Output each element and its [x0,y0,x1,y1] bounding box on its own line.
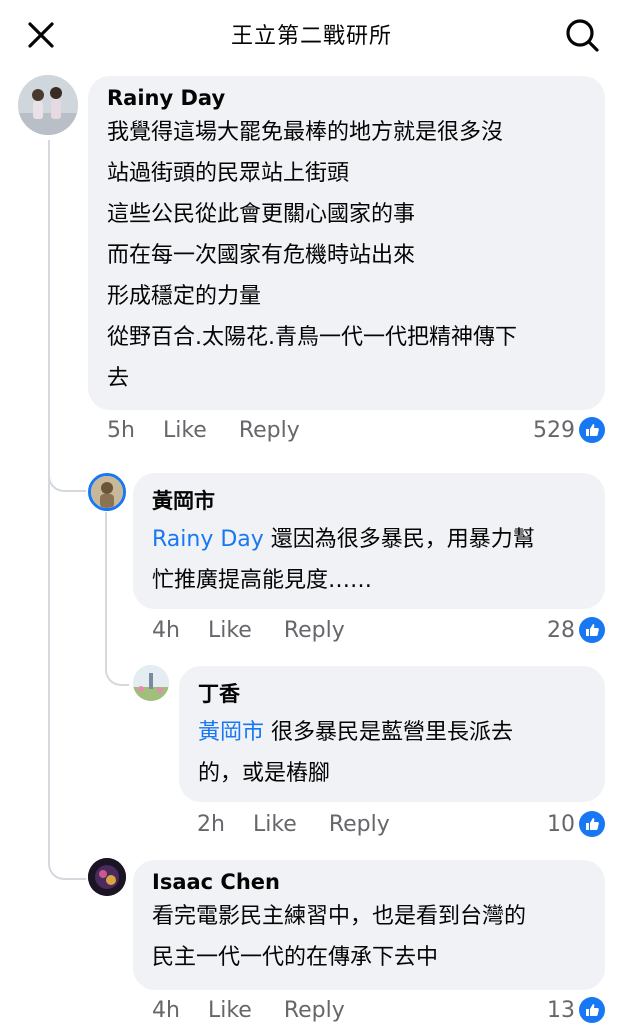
comment-actions: 5h Like Reply [107,418,332,443]
comment-author[interactable]: Rainy Day [107,86,587,110]
thumbs-up-icon [579,997,605,1023]
comment-bubble: Rainy Day 我覺得這場大罷免最棒的地方就是很多沒 站過街頭的民眾站上街頭… [88,76,605,410]
comment-text-line: 忙推廣提高能見度…… [152,568,373,593]
comment-actions: 4h Like Reply [152,618,377,643]
reply-button[interactable]: Reply [284,618,345,643]
top-bar: 王立第二戰研所 [0,0,623,68]
page-title: 王立第二戰研所 [230,24,392,49]
comment-text-line: 民主一代一代的在傳承下去中 [152,945,439,970]
comment-text-line: 而在每一次國家有危機時站出來 [107,243,416,268]
reaction-count[interactable]: 10 [547,811,605,837]
comment-actions: 4h Like Reply [152,998,377,1023]
comment-author[interactable]: Isaac Chen [152,870,587,894]
avatar[interactable] [88,473,126,511]
comment-text-line: 的，或是樁腳 [198,761,331,786]
comment-text-line: 站過街頭的民眾站上街頭 [107,161,350,186]
thread-line [105,512,107,652]
comment-text-line: 從野百合.太陽花.青鳥一代一代把精神傳下 [107,325,517,350]
mention-link[interactable]: Rainy Day [152,527,264,552]
thread-connector [105,640,129,686]
comment-text-line: 看完電影民主練習中，也是看到台灣的 [152,904,527,929]
reaction-count[interactable]: 529 [533,417,605,443]
reaction-count-number: 10 [547,811,575,837]
reaction-count-number: 13 [547,997,575,1023]
comment-author[interactable]: 黃岡市 [152,485,587,515]
comment-text-line: 形成穩定的力量 [107,284,262,309]
mention-link[interactable]: 黃岡市 [198,720,264,745]
reaction-count-number: 28 [547,617,575,643]
reaction-count[interactable]: 28 [547,617,605,643]
thread-connector [48,440,86,492]
avatar[interactable] [18,75,78,135]
search-icon[interactable] [563,16,601,54]
thumbs-up-icon [579,417,605,443]
thread-connector [48,840,86,880]
comment-text: 很多暴民是藍營里長派去 [271,720,514,745]
comment-bubble: Isaac Chen 看完電影民主練習中，也是看到台灣的 民主一代一代的在傳承下… [133,860,605,990]
comment-text-line: 去 [107,366,130,391]
like-button[interactable]: Like [253,812,297,837]
comment-time[interactable]: 4h [152,618,180,643]
comment-bubble: 黃岡市 Rainy Day 還因為很多暴民，用暴力幫 忙推廣提高能見度…… [133,473,605,609]
reply-button[interactable]: Reply [329,812,390,837]
reply-button[interactable]: Reply [239,418,300,443]
comment-text-line: 這些公民從此會更關心國家的事 [107,202,416,227]
comment-time[interactable]: 4h [152,998,180,1023]
comment-actions: 2h Like Reply [197,812,422,837]
thumbs-up-icon [579,617,605,643]
comment-bubble: 丁香 黃岡市 很多暴民是藍營里長派去 的，或是樁腳 [179,666,605,802]
comment-time[interactable]: 5h [107,418,135,443]
comment-text: 還因為很多暴民，用暴力幫 [270,527,535,552]
close-icon[interactable] [24,18,58,52]
like-button[interactable]: Like [208,998,252,1023]
avatar[interactable] [88,858,126,896]
comment-time[interactable]: 2h [197,812,225,837]
like-button[interactable]: Like [163,418,207,443]
reaction-count-number: 529 [533,417,575,443]
avatar[interactable] [133,665,169,701]
reply-button[interactable]: Reply [284,998,345,1023]
comment-author[interactable]: 丁香 [198,678,587,708]
reaction-count[interactable]: 13 [547,997,605,1023]
thread-line [48,140,50,860]
like-button[interactable]: Like [208,618,252,643]
thumbs-up-icon [579,811,605,837]
comment-text-line: 我覺得這場大罷免最棒的地方就是很多沒 [107,120,504,145]
